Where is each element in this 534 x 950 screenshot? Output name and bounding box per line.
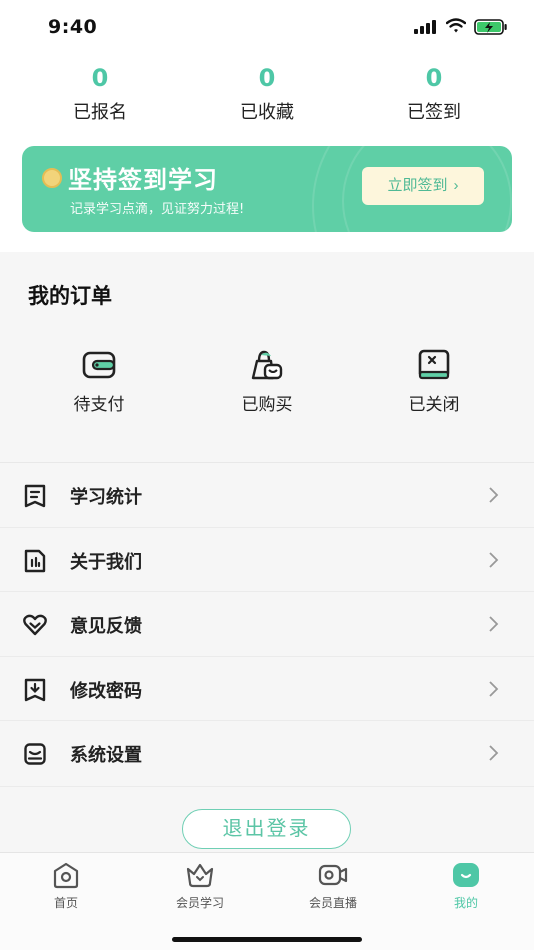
menu-item-label: 意见反馈 [70, 616, 142, 638]
tab-label: 首页 [53, 896, 78, 910]
smile-face-icon [453, 863, 479, 887]
battery-charging-icon [474, 19, 507, 35]
chevron-right-icon [489, 616, 499, 632]
menu-item-label: 关于我们 [70, 551, 142, 573]
settings-menu: 学习统计 关于我们 意见反馈 修改密码 系统设置 [0, 462, 534, 785]
tab-label: 会员直播 [308, 896, 357, 910]
home-icon [53, 862, 79, 889]
orders-title: 我的订单 [28, 284, 112, 308]
logout-button[interactable]: 退出登录 [182, 809, 351, 849]
stat-registered[interactable]: 0 已报名 [40, 64, 160, 124]
chevron-right-icon: › [453, 177, 459, 194]
video-camera-icon [318, 864, 348, 886]
chevron-right-icon [489, 681, 499, 697]
profile-summary: 0 已报名 0 已收藏 0 已签到 坚持签到学习 记录学习点滴，见证努力过程! … [0, 52, 534, 252]
order-closed-label: 已关闭 [408, 395, 460, 415]
checkin-banner: 坚持签到学习 记录学习点滴，见证努力过程! 立即签到 › [22, 146, 512, 232]
menu-item-label: 学习统计 [70, 487, 142, 508]
crown-icon [186, 863, 214, 888]
tab-member-study[interactable]: 会员学习 [150, 861, 250, 911]
settings-box-icon [24, 743, 46, 766]
stat-registered-count: 0 [91, 64, 109, 92]
download-box-icon [24, 678, 46, 701]
menu-item-system-settings[interactable]: 系统设置 [0, 720, 534, 785]
banner-subtitle: 记录学习点滴，见证努力过程! [70, 202, 245, 217]
status-bar: 9:40 [0, 0, 534, 52]
stat-checked-in-count: 0 [425, 64, 443, 92]
wifi-icon [446, 18, 466, 33]
menu-item-about-us[interactable]: 关于我们 [0, 526, 534, 592]
order-closed[interactable]: 已关闭 [379, 348, 489, 415]
order-purchased[interactable]: 已购买 [212, 348, 322, 415]
order-pending-payment[interactable]: 待支付 [44, 348, 154, 415]
orders-section: 我的订单 待支付 已购买 已关闭 [0, 252, 534, 462]
chevron-right-icon [489, 551, 499, 568]
tab-member-live[interactable]: 会员直播 [283, 861, 383, 911]
stat-checked-in-label: 已签到 [407, 102, 461, 123]
checkin-button[interactable]: 立即签到 › [362, 167, 484, 205]
chevron-right-icon [489, 487, 499, 503]
stat-favorites-label: 已收藏 [240, 102, 294, 123]
checkin-button-label: 立即签到 [387, 177, 448, 194]
shopping-bag-icon [251, 350, 283, 380]
stat-favorites[interactable]: 0 已收藏 [207, 64, 327, 124]
info-chart-icon [24, 549, 46, 572]
tab-label: 会员学习 [175, 896, 224, 910]
stat-registered-label: 已报名 [73, 102, 127, 123]
closed-order-icon [418, 349, 450, 380]
stat-favorites-count: 0 [258, 64, 276, 92]
tab-home[interactable]: 首页 [16, 861, 116, 911]
logout-section: 退出登录 [0, 786, 534, 852]
order-pending-label: 待支付 [73, 395, 125, 415]
wallet-icon [82, 351, 116, 379]
cellular-signal-icon [414, 20, 436, 34]
home-indicator [172, 937, 362, 942]
bottom-tab-bar: 首页 会员学习 会员直播 我的 [0, 852, 534, 950]
coin-icon [42, 168, 62, 188]
banner-title: 坚持签到学习 [68, 166, 218, 194]
document-list-icon [24, 484, 46, 508]
status-time: 9:40 [48, 16, 98, 38]
tab-label: 我的 [453, 896, 478, 910]
menu-item-label: 修改密码 [70, 680, 142, 702]
stat-checked-in[interactable]: 0 已签到 [374, 64, 494, 124]
menu-item-change-password[interactable]: 修改密码 [0, 655, 534, 721]
chevron-right-icon [489, 745, 499, 762]
heart-feedback-icon [23, 614, 47, 636]
menu-item-feedback[interactable]: 意见反馈 [0, 591, 534, 656]
menu-item-label: 系统设置 [70, 745, 142, 767]
order-purchased-label: 已购买 [241, 395, 293, 415]
menu-item-study-stats[interactable]: 学习统计 [0, 462, 534, 527]
tab-mine[interactable]: 我的 [416, 861, 516, 911]
